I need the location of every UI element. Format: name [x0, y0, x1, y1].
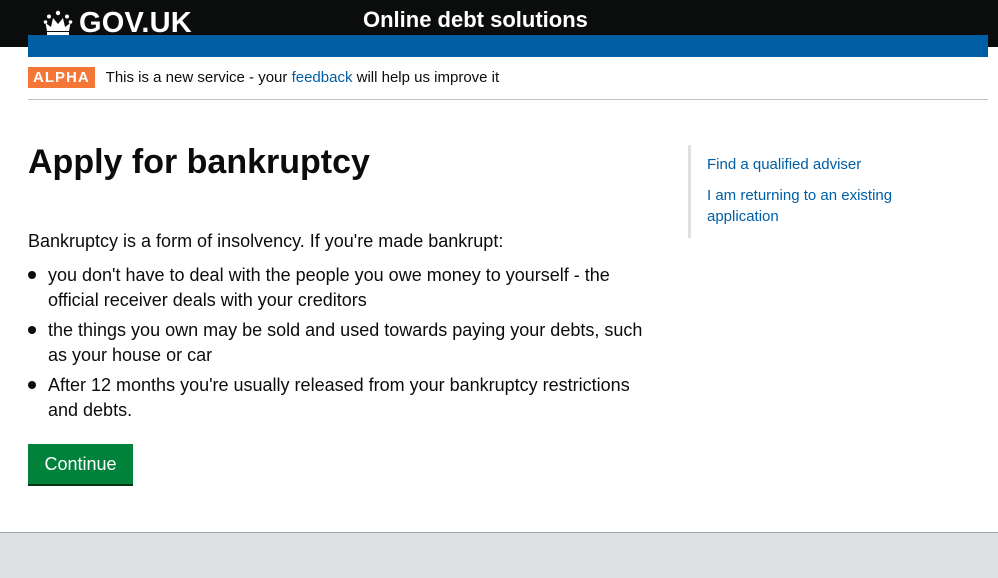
list-item-text: the things you own may be sold and used … — [48, 320, 643, 365]
continue-button[interactable]: Continue — [28, 444, 133, 484]
header-blue-bar — [28, 35, 988, 57]
footer — [0, 532, 998, 578]
page-title: Apply for bankruptcy — [28, 143, 370, 181]
feedback-link[interactable]: feedback — [292, 69, 353, 86]
phase-banner: ALPHA This is a new service - your feedb… — [28, 67, 988, 100]
bullet-list: you don't have to deal with the people y… — [28, 263, 658, 428]
list-item-text: After 12 months you're usually released … — [48, 375, 630, 420]
find-adviser-link[interactable]: Find a qualified adviser — [707, 154, 948, 175]
list-item-text: you don't have to deal with the people y… — [48, 265, 610, 310]
bullet-icon — [28, 271, 36, 279]
list-item: the things you own may be sold and used … — [28, 318, 658, 368]
bullet-icon — [28, 326, 36, 334]
phase-banner-text: This is a new service - your feedback wi… — [106, 69, 500, 87]
related-links: Find a qualified adviser I am returning … — [688, 145, 948, 238]
phase-text-after: will help us improve it — [352, 69, 500, 86]
service-name-link[interactable]: Online debt solutions — [363, 7, 588, 33]
phase-tag: ALPHA — [28, 67, 95, 88]
list-item: you don't have to deal with the people y… — [28, 263, 658, 313]
returning-application-link[interactable]: I am returning to an existing applicatio… — [707, 185, 917, 227]
list-item: After 12 months you're usually released … — [28, 373, 658, 423]
phase-text-before: This is a new service - your — [105, 69, 292, 86]
bullet-icon — [28, 381, 36, 389]
crown-icon — [43, 10, 73, 35]
intro-text: Bankruptcy is a form of insolvency. If y… — [28, 231, 504, 251]
